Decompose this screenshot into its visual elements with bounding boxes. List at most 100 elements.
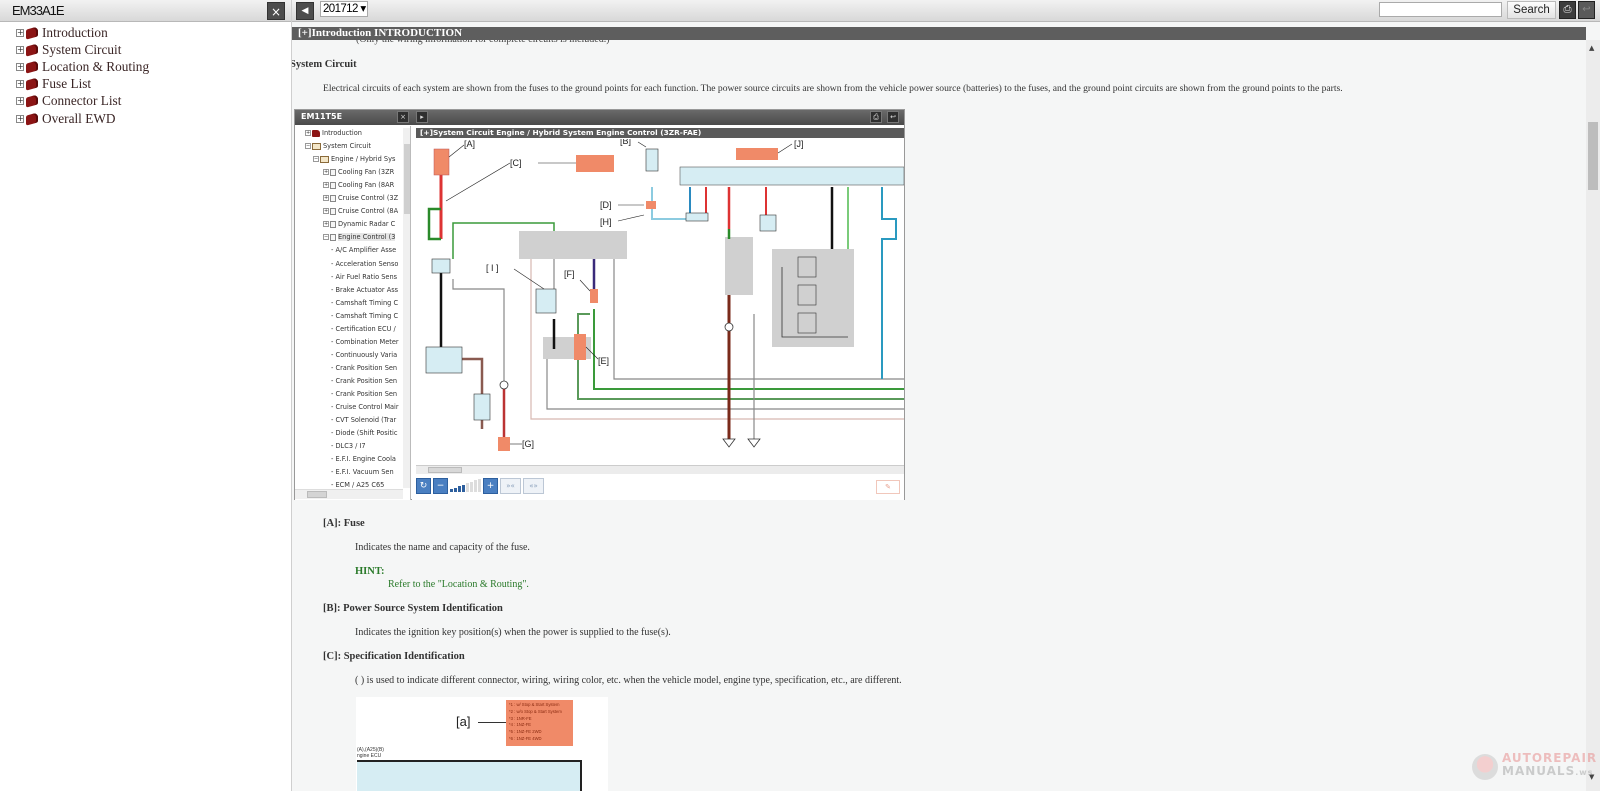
callout-d: [D]	[600, 200, 612, 210]
expand-icon[interactable]: +	[16, 97, 24, 106]
tree-expander-icon: +	[323, 208, 329, 215]
embedded-tree-item: - Certification ECU /	[331, 325, 396, 333]
watermark-logo: AUTOREPAIR MANUALS.ws	[1472, 751, 1596, 781]
callout-g: [G]	[522, 439, 534, 449]
wiring-diagram: [+]System Circuit Engine / Hybrid System…	[412, 126, 904, 500]
embedded-tree-item: + Dynamic Radar C	[323, 220, 395, 228]
expand-icon[interactable]: +	[16, 28, 24, 37]
refresh-icon: ↻	[416, 478, 431, 494]
search-input[interactable]	[1379, 2, 1502, 17]
document-icon	[330, 233, 336, 241]
embedded-tree-label: - DLC3 / I7	[331, 442, 366, 451]
expand-icon: »«	[500, 478, 521, 494]
embedded-tree-item: - DLC3 / I7	[331, 442, 366, 450]
callout-line	[637, 141, 647, 148]
motor-component	[425, 346, 463, 374]
close-sidebar-button[interactable]: ×	[267, 1, 285, 20]
zoom-level-indicator	[450, 478, 481, 494]
connector-e	[574, 334, 586, 360]
watermark-icon	[1472, 754, 1498, 780]
embedded-tree-label: Cruise Control (3Z	[338, 194, 399, 203]
wire	[577, 313, 904, 400]
document-icon	[330, 207, 336, 215]
figure-a-ecu-label: (A),(A25)(B) ngine ECU	[357, 747, 384, 759]
wire	[546, 359, 904, 410]
ground-symbol	[722, 438, 736, 448]
expand-icon[interactable]: +	[16, 114, 24, 123]
sidebar-item-introduction[interactable]: + Introduction	[0, 24, 291, 41]
embedded-tree-item: - Continuously Varia	[331, 351, 397, 359]
embedded-tree-label: System Circuit	[323, 142, 371, 151]
collapse-icon: «»	[523, 478, 544, 494]
exit-button[interactable]: ↩	[1578, 1, 1595, 19]
sidebar-tree: + Introduction + System Circuit + Location …	[0, 22, 291, 127]
junction-block	[519, 231, 627, 259]
wiring-diagram-svg: [A] [B] [C] [D] [E] [F] [G] [H] [ I ] [J…	[425, 139, 904, 451]
sidebar-item-connector-list[interactable]: + Connector List	[0, 93, 291, 110]
embedded-tree-label: - A/C Amplifier Asse	[331, 246, 397, 255]
tree-expander-icon: +	[305, 130, 311, 136]
embedded-tree-item: - Brake Actuator Ass	[331, 286, 398, 294]
embedded-tree-item: - E.F.I. Vacuum Sen	[331, 468, 394, 476]
embedded-header: EM11T5E × ▸ ⎙ ↩	[295, 110, 904, 125]
sidebar-item-label: Overall EWD	[42, 110, 116, 126]
wire	[881, 187, 897, 379]
hint-label: HINT:	[355, 566, 385, 577]
callout-c: [C]	[510, 158, 522, 168]
wire	[593, 309, 904, 390]
tree-expander-icon: −	[323, 234, 329, 241]
content-scrollbar[interactable]: ▲ ▼	[1586, 40, 1600, 791]
sidebar-item-fuse-list[interactable]: + Fuse List	[0, 76, 291, 93]
book-icon	[312, 129, 320, 137]
document-icon	[330, 220, 336, 228]
embedded-tree-item: + Cooling Fan (3ZR	[323, 168, 394, 176]
sidebar-item-location-routing[interactable]: + Location & Routing	[0, 58, 291, 75]
section-b-heading: [B]: Power Source System Identification	[323, 603, 503, 614]
print-icon: ⎙	[1563, 4, 1572, 15]
back-button[interactable]: ◀	[296, 2, 314, 20]
book-icon	[26, 43, 38, 57]
embedded-screenshot: EM11T5E × ▸ ⎙ ↩ + Introduction − System Cir…	[294, 109, 905, 500]
embedded-tree-label: - E.F.I. Vacuum Sen	[331, 468, 394, 477]
callout-line	[579, 279, 591, 292]
close-icon: ×	[270, 4, 282, 19]
watermark-suffix: .ws	[1575, 768, 1594, 777]
expand-icon[interactable]: +	[16, 45, 24, 54]
book-icon	[26, 77, 38, 91]
scrollbar-thumb[interactable]	[1588, 122, 1598, 190]
expand-icon[interactable]: +	[16, 80, 24, 89]
scroll-up-icon[interactable]: ▲	[1589, 44, 1594, 52]
zoom-step	[478, 478, 481, 492]
section-bar[interactable]: [+]Introduction INTRODUCTION	[292, 27, 1586, 40]
callout-box-j	[736, 148, 778, 160]
zoom-in-icon: +	[483, 478, 498, 494]
embedded-tree-item: − System Circuit	[305, 142, 371, 150]
version-select[interactable]: 201712 ▾	[320, 1, 368, 17]
sidebar-item-overall-ewd[interactable]: + Overall EWD	[0, 110, 291, 127]
wire	[427, 207, 441, 241]
callout-f: [F]	[564, 269, 575, 279]
embedded-tree: + Introduction − System Circuit − Engine / Hy…	[295, 126, 411, 500]
embedded-tree-label: - Crank Position Sen	[331, 376, 398, 385]
embedded-tree-item: - E.F.I. Engine Coola	[331, 455, 396, 463]
callout-e: [E]	[598, 356, 609, 366]
embedded-tree-h-scrollbar	[295, 489, 403, 499]
print-button[interactable]: ⎙	[1559, 1, 1576, 19]
expand-icon[interactable]: +	[16, 62, 24, 71]
app-window: EM33A1E × + Introduction + System Circuit …	[0, 0, 1600, 791]
embedded-tree-label: - CVT Solenoid (Trar	[331, 416, 397, 425]
sidebar-item-system-circuit[interactable]: + System Circuit	[0, 41, 291, 58]
zoom-step	[458, 486, 461, 492]
search-button[interactable]: Search	[1507, 1, 1556, 19]
watermark-line2: MANUALS.ws	[1502, 764, 1593, 778]
embedded-tree-item: + Cruise Control (8A	[323, 207, 398, 215]
battery-component	[473, 393, 491, 421]
document-icon	[330, 181, 336, 189]
meter-component	[759, 214, 777, 232]
embedded-tree-item: + Cruise Control (3Z	[323, 194, 398, 202]
embedded-tree-item: - Cruise Control Mair	[331, 403, 399, 411]
callout-line	[448, 144, 465, 158]
sensor-component	[590, 289, 598, 303]
callout-line	[617, 214, 645, 222]
embedded-exit-icon: ↩	[887, 111, 899, 123]
